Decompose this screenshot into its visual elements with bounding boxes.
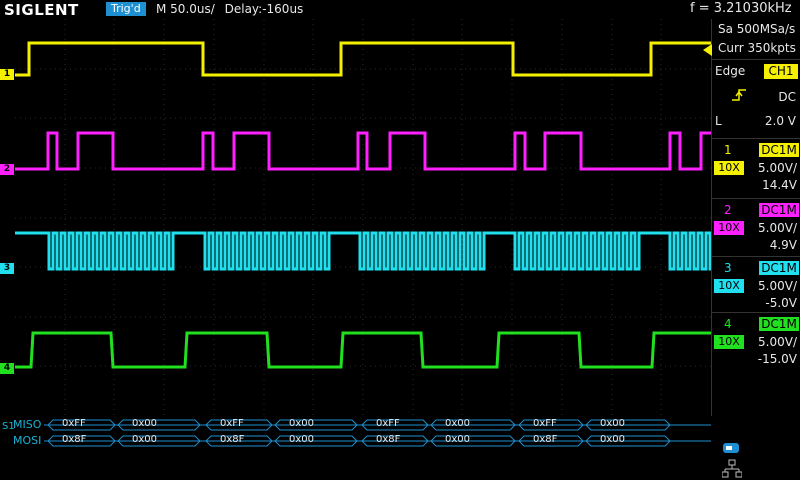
network-icon bbox=[722, 459, 742, 478]
waveform-svg bbox=[15, 19, 711, 416]
rising-edge-icon bbox=[732, 89, 746, 101]
ch1-scale: 5.00V/ bbox=[758, 161, 797, 175]
mosi-byte: 0x8F bbox=[376, 434, 401, 445]
frequency-counter: f = 3.21030kHz bbox=[690, 1, 792, 16]
side-panel: Sa 500MSa/s Curr 350kpts Edge CH1 DC L 2… bbox=[712, 19, 800, 480]
ch3-coupling: DC1M bbox=[759, 261, 799, 275]
ch4-trace bbox=[15, 331, 711, 369]
ch4-ground-marker[interactable]: 4 bbox=[0, 363, 14, 374]
miso-byte: 0x00 bbox=[132, 418, 158, 429]
ch1-offset: 14.4V bbox=[762, 178, 797, 192]
ch2-probe: 10X bbox=[714, 221, 744, 235]
waveform-display[interactable] bbox=[15, 19, 712, 416]
mosi-byte: 0x00 bbox=[289, 434, 315, 445]
miso-byte: 0x00 bbox=[445, 418, 471, 429]
ch2-trace bbox=[15, 131, 711, 171]
miso-label: MISO bbox=[13, 418, 42, 431]
ch2-offset: 4.9V bbox=[769, 238, 797, 252]
trigger-status-badge[interactable]: Trig'd bbox=[106, 2, 146, 16]
ch2-coupling: DC1M bbox=[759, 203, 799, 217]
ch1-coupling: DC1M bbox=[759, 143, 799, 157]
ch3-trace bbox=[15, 231, 711, 271]
ch2-ground-marker[interactable]: 2 bbox=[0, 164, 14, 175]
ch4-scale: 5.00V/ bbox=[758, 335, 797, 349]
memory-depth: Curr 350kpts bbox=[718, 41, 796, 55]
mosi-byte: 0x00 bbox=[132, 434, 158, 445]
miso-byte: 0xFF bbox=[533, 418, 557, 429]
top-status-bar: SIGLENT Trig'd M 50.0us/ Delay:-160us f … bbox=[0, 0, 800, 19]
timebase-readout[interactable]: M 50.0us/ Delay:-160us bbox=[156, 2, 303, 16]
mosi-byte: 0x8F bbox=[533, 434, 558, 445]
ch3-number: 3 bbox=[724, 261, 732, 275]
mosi-byte: 0x00 bbox=[445, 434, 471, 445]
timebase-value: M 50.0us/ bbox=[156, 2, 215, 16]
ch1-number: 1 bbox=[724, 143, 732, 157]
mosi-byte: 0x00 bbox=[600, 434, 626, 445]
miso-byte: 0x00 bbox=[289, 418, 315, 429]
ch3-scale: 5.00V/ bbox=[758, 279, 797, 293]
usb-icon bbox=[723, 443, 739, 453]
mosi-label: MOSI bbox=[13, 434, 42, 447]
bottom-area bbox=[0, 450, 711, 480]
miso-byte: 0xFF bbox=[376, 418, 400, 429]
delay-value: Delay:-160us bbox=[224, 2, 304, 16]
mosi-byte: 0x8F bbox=[62, 434, 87, 445]
trigger-panel[interactable]: Edge CH1 DC L 2.0 V bbox=[712, 59, 800, 136]
ch2-panel[interactable]: 2 DC1M 10X 5.00V/ 4.9V bbox=[712, 198, 800, 257]
spi-decode-bar[interactable]: S1 MISO MOSI 0xFF 0x00 0xFF 0x00 0xFF 0x00 0xF… bbox=[0, 416, 711, 450]
brand-logo: SIGLENT bbox=[4, 1, 79, 19]
ch4-panel[interactable]: 4 DC1M 10X 5.00V/ -15.0V bbox=[712, 312, 800, 371]
trigger-source-badge: CH1 bbox=[764, 64, 798, 79]
ch2-scale: 5.00V/ bbox=[758, 221, 797, 235]
ch3-panel[interactable]: 3 DC1M 10X 5.00V/ -5.0V bbox=[712, 256, 800, 315]
trigger-level-mode: L bbox=[715, 114, 722, 128]
ch4-coupling: DC1M bbox=[759, 317, 799, 331]
ch3-offset: -5.0V bbox=[765, 296, 797, 310]
ch4-probe: 10X bbox=[714, 335, 744, 349]
mosi-byte: 0x8F bbox=[220, 434, 245, 445]
miso-byte: 0x00 bbox=[600, 418, 626, 429]
ch3-ground-marker[interactable]: 3 bbox=[0, 263, 14, 274]
trigger-level: 2.0 V bbox=[764, 114, 796, 128]
ch1-panel[interactable]: 1 DC1M 10X 5.00V/ 14.4V bbox=[712, 138, 800, 197]
ch1-ground-marker[interactable]: 1 bbox=[0, 69, 14, 80]
miso-byte: 0xFF bbox=[62, 418, 86, 429]
trigger-coupling: DC bbox=[778, 90, 796, 104]
ch3-probe: 10X bbox=[714, 279, 744, 293]
trigger-type: Edge bbox=[715, 64, 746, 78]
ch4-offset: -15.0V bbox=[757, 352, 797, 366]
sample-rate: Sa 500MSa/s bbox=[718, 22, 796, 36]
ch1-probe: 10X bbox=[714, 161, 744, 175]
ch4-number: 4 bbox=[724, 317, 732, 331]
ch2-number: 2 bbox=[724, 203, 732, 217]
miso-byte: 0xFF bbox=[220, 418, 244, 429]
trigger-level-marker[interactable] bbox=[703, 44, 712, 56]
